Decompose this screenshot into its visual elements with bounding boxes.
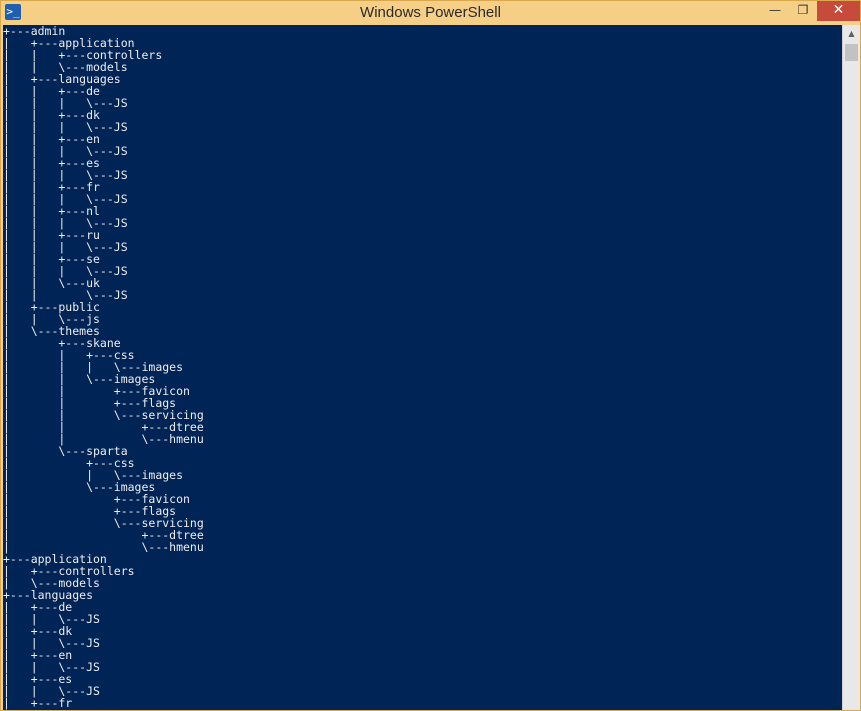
console-line: | +---dk — [3, 624, 73, 638]
powershell-window: >_ Windows PowerShell — ❐ ✕ +---admin | +… — [0, 0, 861, 711]
console-line: | | +---dk — [3, 108, 100, 122]
console-line: | | \---JS — [3, 684, 100, 698]
console-line: | | \---JS — [3, 660, 100, 674]
maximize-button[interactable]: ❐ — [789, 1, 817, 21]
console-line: +---languages — [3, 588, 94, 602]
console-line: | | \---JS — [3, 636, 100, 650]
title-bar[interactable]: >_ Windows PowerShell — ❐ ✕ — [1, 1, 860, 25]
console-line: | | +---es — [3, 156, 100, 170]
minimize-button[interactable]: — — [761, 1, 789, 21]
console-line: | | +---ru — [3, 228, 100, 242]
console-line: | | | \---JS — [3, 264, 128, 278]
console-line: | | +---nl — [3, 204, 100, 218]
vertical-scrollbar[interactable]: ▲ — [842, 25, 860, 710]
close-button[interactable]: ✕ — [817, 1, 860, 21]
console-line: | | \---models — [3, 60, 128, 74]
console-line: | | +---se — [3, 252, 100, 266]
console-line: | | | \---JS — [3, 168, 128, 182]
console-line: | +---de — [3, 600, 73, 614]
console-line: | | \---hmenu — [3, 432, 204, 446]
console-line: | | +---controllers — [3, 48, 163, 62]
console-line: | | +---fr — [3, 180, 100, 194]
scroll-up-arrow-icon[interactable]: ▲ — [843, 25, 860, 42]
maximize-icon: ❐ — [797, 3, 809, 17]
console-line: | \---themes — [3, 324, 100, 338]
console-text: +---admin | +---application | | +---contro… — [3, 25, 842, 709]
console-output-area[interactable]: +---admin | +---application | | +---contro… — [3, 25, 842, 710]
console-line: | | | \---JS — [3, 144, 128, 158]
console-line: | \---models — [3, 576, 100, 590]
console-line: | | \---uk — [3, 276, 100, 290]
console-line: | | | \---JS — [3, 240, 128, 254]
console-line: | +---controllers — [3, 564, 135, 578]
scroll-thumb[interactable] — [845, 44, 858, 61]
minimize-icon: — — [769, 3, 781, 17]
console-line: | +---fr — [3, 696, 73, 710]
console-line: | +---languages — [3, 72, 121, 86]
console-line: | | +---de — [3, 84, 100, 98]
window-title: Windows PowerShell — [360, 4, 501, 21]
console-line: | | \---JS — [3, 288, 128, 302]
console-line: | | \---js — [3, 312, 100, 326]
console-line: | | | \---JS — [3, 96, 128, 110]
close-icon: ✕ — [832, 2, 845, 18]
console-line: | \---hmenu — [3, 540, 204, 554]
console-line: | +---public — [3, 300, 100, 314]
console-line: | | \---JS — [3, 612, 100, 626]
console-line: | | | \---JS — [3, 120, 128, 134]
console-line: | | | \---JS — [3, 192, 128, 206]
console-line: | +---es — [3, 672, 73, 686]
console-line: | | | \---JS — [3, 216, 128, 230]
console-line: | | +---en — [3, 132, 100, 146]
console-line: | +---en — [3, 648, 73, 662]
